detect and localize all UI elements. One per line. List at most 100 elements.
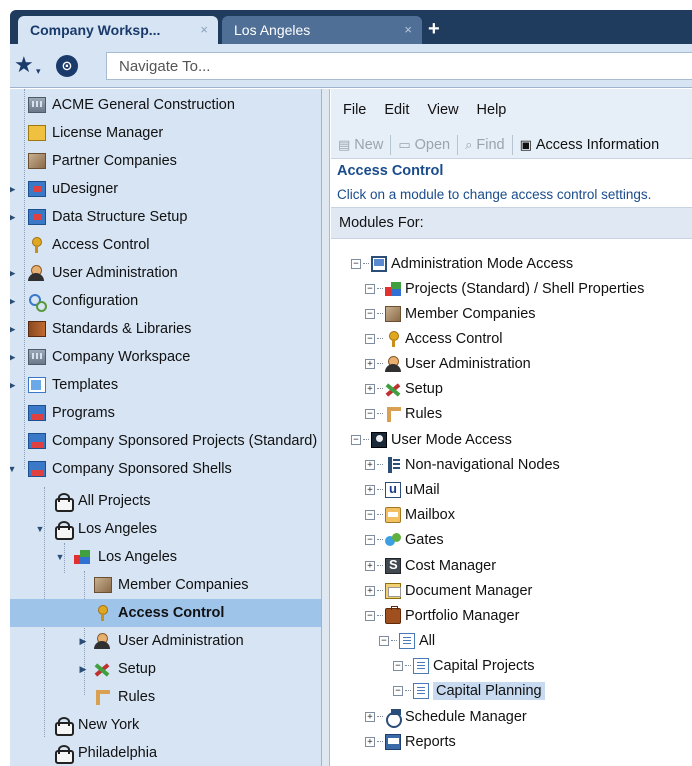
collapse-icon[interactable]: − bbox=[379, 635, 389, 646]
tab-los-angeles[interactable]: Los Angeles × bbox=[222, 16, 422, 44]
chevron-right-icon[interactable]: ▶ bbox=[10, 296, 17, 307]
close-icon[interactable]: × bbox=[404, 22, 412, 37]
module-mailbox[interactable]: − Mailbox bbox=[365, 502, 455, 527]
tree-item-los-angeles-shell[interactable]: ▼ Los Angeles bbox=[10, 543, 321, 571]
tree-item-programs[interactable]: Programs bbox=[10, 399, 321, 427]
collapse-icon[interactable]: − bbox=[365, 308, 375, 319]
open-button[interactable]: ▭ Open bbox=[391, 133, 457, 157]
toolbar: ▤ New ▭ Open ⌕ Find ▣ Access Information bbox=[331, 131, 692, 159]
star-icon: ★ bbox=[14, 52, 34, 77]
module-user-mode-access[interactable]: − User Mode Access bbox=[351, 427, 512, 452]
tree-item-standards-libraries[interactable]: ▶ Standards & Libraries bbox=[10, 315, 321, 343]
module-user-administration[interactable]: + User Administration bbox=[365, 351, 531, 376]
module-reports[interactable]: + Reports bbox=[365, 729, 456, 754]
expand-icon[interactable]: + bbox=[365, 711, 375, 722]
collapse-icon[interactable]: − bbox=[365, 283, 375, 294]
chevron-right-icon[interactable]: ▶ bbox=[78, 636, 88, 647]
tree-item-all-projects[interactable]: All Projects bbox=[10, 487, 321, 515]
new-tab-button[interactable]: + bbox=[428, 17, 440, 41]
module-capital-planning[interactable]: − Capital Planning bbox=[393, 678, 545, 703]
chevron-right-icon[interactable]: ▶ bbox=[10, 324, 17, 335]
tree-item-license-manager[interactable]: License Manager bbox=[10, 119, 321, 147]
chevron-down-icon[interactable]: ▼ bbox=[55, 552, 65, 562]
module-non-navigational-nodes[interactable]: + Non-navigational Nodes bbox=[365, 452, 560, 477]
collapse-icon[interactable]: − bbox=[351, 258, 361, 269]
tree-item-company-sponsored-shells[interactable]: ▼ Company Sponsored Shells bbox=[10, 455, 321, 483]
tab-company-workspace[interactable]: Company Worksp... × bbox=[18, 16, 218, 44]
tree-item-rules[interactable]: Rules bbox=[10, 683, 321, 711]
tree-item-data-structure-setup[interactable]: ▶ Data Structure Setup bbox=[10, 203, 321, 231]
pin-icon bbox=[54, 717, 74, 736]
collapse-icon[interactable]: − bbox=[365, 534, 375, 545]
module-gates[interactable]: − Gates bbox=[365, 527, 444, 552]
partner-companies-icon bbox=[28, 153, 46, 169]
new-button[interactable]: ▤ New bbox=[331, 133, 390, 157]
module-rules[interactable]: − Rules bbox=[365, 401, 442, 426]
collapse-icon[interactable]: − bbox=[365, 408, 375, 419]
expand-icon[interactable]: + bbox=[365, 358, 375, 369]
tree-item-access-control-selected[interactable]: Access Control bbox=[10, 599, 321, 627]
module-portfolio-manager[interactable]: − Portfolio Manager bbox=[365, 603, 519, 628]
tree-item-setup[interactable]: ▶ Setup bbox=[10, 655, 321, 683]
tree-item-philadelphia[interactable]: Philadelphia bbox=[10, 739, 321, 766]
module-setup[interactable]: + Setup bbox=[365, 376, 443, 401]
find-button[interactable]: ⌕ Find bbox=[458, 133, 512, 157]
tree-item-configuration[interactable]: ▶ Configuration bbox=[10, 287, 321, 315]
module-member-companies[interactable]: − Member Companies bbox=[365, 301, 536, 326]
tree-item-member-companies[interactable]: Member Companies bbox=[10, 571, 321, 599]
tree-item-user-administration[interactable]: ▶ User Administration bbox=[10, 259, 321, 287]
expand-icon[interactable]: + bbox=[365, 585, 375, 596]
module-all[interactable]: − All bbox=[379, 628, 435, 653]
navigate-input[interactable] bbox=[106, 52, 692, 80]
access-information-button[interactable]: ▣ Access Information bbox=[513, 133, 667, 157]
chevron-right-icon[interactable]: ▶ bbox=[10, 212, 17, 223]
chevron-right-icon[interactable]: ▶ bbox=[10, 380, 17, 391]
module-projects-shell-properties[interactable]: − Projects (Standard) / Shell Properties bbox=[365, 276, 644, 301]
close-icon[interactable]: × bbox=[200, 22, 208, 37]
menu-view[interactable]: View bbox=[427, 102, 458, 118]
chevron-down-icon[interactable]: ▼ bbox=[10, 464, 17, 474]
collapse-icon[interactable]: − bbox=[365, 509, 375, 520]
tree-item-acme-general-construction[interactable]: ACME General Construction bbox=[10, 91, 321, 119]
tree-item-udesigner[interactable]: ▶ uDesigner bbox=[10, 175, 321, 203]
tree-item-templates[interactable]: ▶ Templates bbox=[10, 371, 321, 399]
expand-icon[interactable]: + bbox=[365, 736, 375, 747]
expand-icon[interactable]: + bbox=[365, 459, 375, 470]
module-document-manager[interactable]: + Document Manager bbox=[365, 578, 532, 603]
expand-icon[interactable]: + bbox=[365, 383, 375, 394]
tree-item-company-workspace[interactable]: ▶ Company Workspace bbox=[10, 343, 321, 371]
menu-edit[interactable]: Edit bbox=[384, 102, 409, 118]
tree-item-shell-user-administration[interactable]: ▶ User Administration bbox=[10, 627, 321, 655]
collapse-icon[interactable]: − bbox=[393, 660, 403, 671]
pin-icon bbox=[54, 745, 74, 764]
tree-item-access-control[interactable]: Access Control bbox=[10, 231, 321, 259]
module-access-control[interactable]: − Access Control bbox=[365, 326, 503, 351]
key-icon bbox=[94, 605, 112, 621]
chevron-right-icon[interactable]: ▶ bbox=[78, 664, 88, 675]
chevron-right-icon[interactable]: ▶ bbox=[10, 268, 17, 279]
tree-item-new-york[interactable]: New York bbox=[10, 711, 321, 739]
module-capital-projects[interactable]: − Capital Projects bbox=[393, 653, 535, 678]
module-schedule-manager[interactable]: + Schedule Manager bbox=[365, 704, 527, 729]
module-umail[interactable]: + uMail bbox=[365, 477, 440, 502]
tree-item-los-angeles-folder[interactable]: ▼ Los Angeles bbox=[10, 515, 321, 543]
chevron-down-icon[interactable]: ▼ bbox=[35, 524, 45, 534]
collapse-icon[interactable]: − bbox=[393, 685, 403, 696]
menu-help[interactable]: Help bbox=[477, 102, 507, 118]
chevron-right-icon[interactable]: ▶ bbox=[10, 184, 17, 195]
favorites-button[interactable]: ★ ▾ bbox=[14, 53, 48, 79]
expand-icon[interactable]: + bbox=[365, 484, 375, 495]
module-administration-mode-access[interactable]: − Administration Mode Access bbox=[351, 251, 573, 276]
collapse-icon[interactable]: − bbox=[365, 610, 375, 621]
globe-icon[interactable]: ⊙ bbox=[56, 55, 78, 77]
menu-file[interactable]: File bbox=[343, 102, 366, 118]
collapse-icon[interactable]: − bbox=[365, 333, 375, 344]
tree-item-partner-companies[interactable]: Partner Companies bbox=[10, 147, 321, 175]
chevron-right-icon[interactable]: ▶ bbox=[10, 352, 17, 363]
collapse-icon[interactable]: − bbox=[351, 434, 361, 445]
module-cost-manager[interactable]: + Cost Manager bbox=[365, 553, 496, 578]
chevron-down-icon: ▾ bbox=[36, 66, 41, 76]
expand-icon[interactable]: + bbox=[365, 560, 375, 571]
panel-splitter[interactable] bbox=[322, 89, 330, 766]
tree-item-company-sponsored-projects[interactable]: Company Sponsored Projects (Standard) bbox=[10, 427, 321, 455]
